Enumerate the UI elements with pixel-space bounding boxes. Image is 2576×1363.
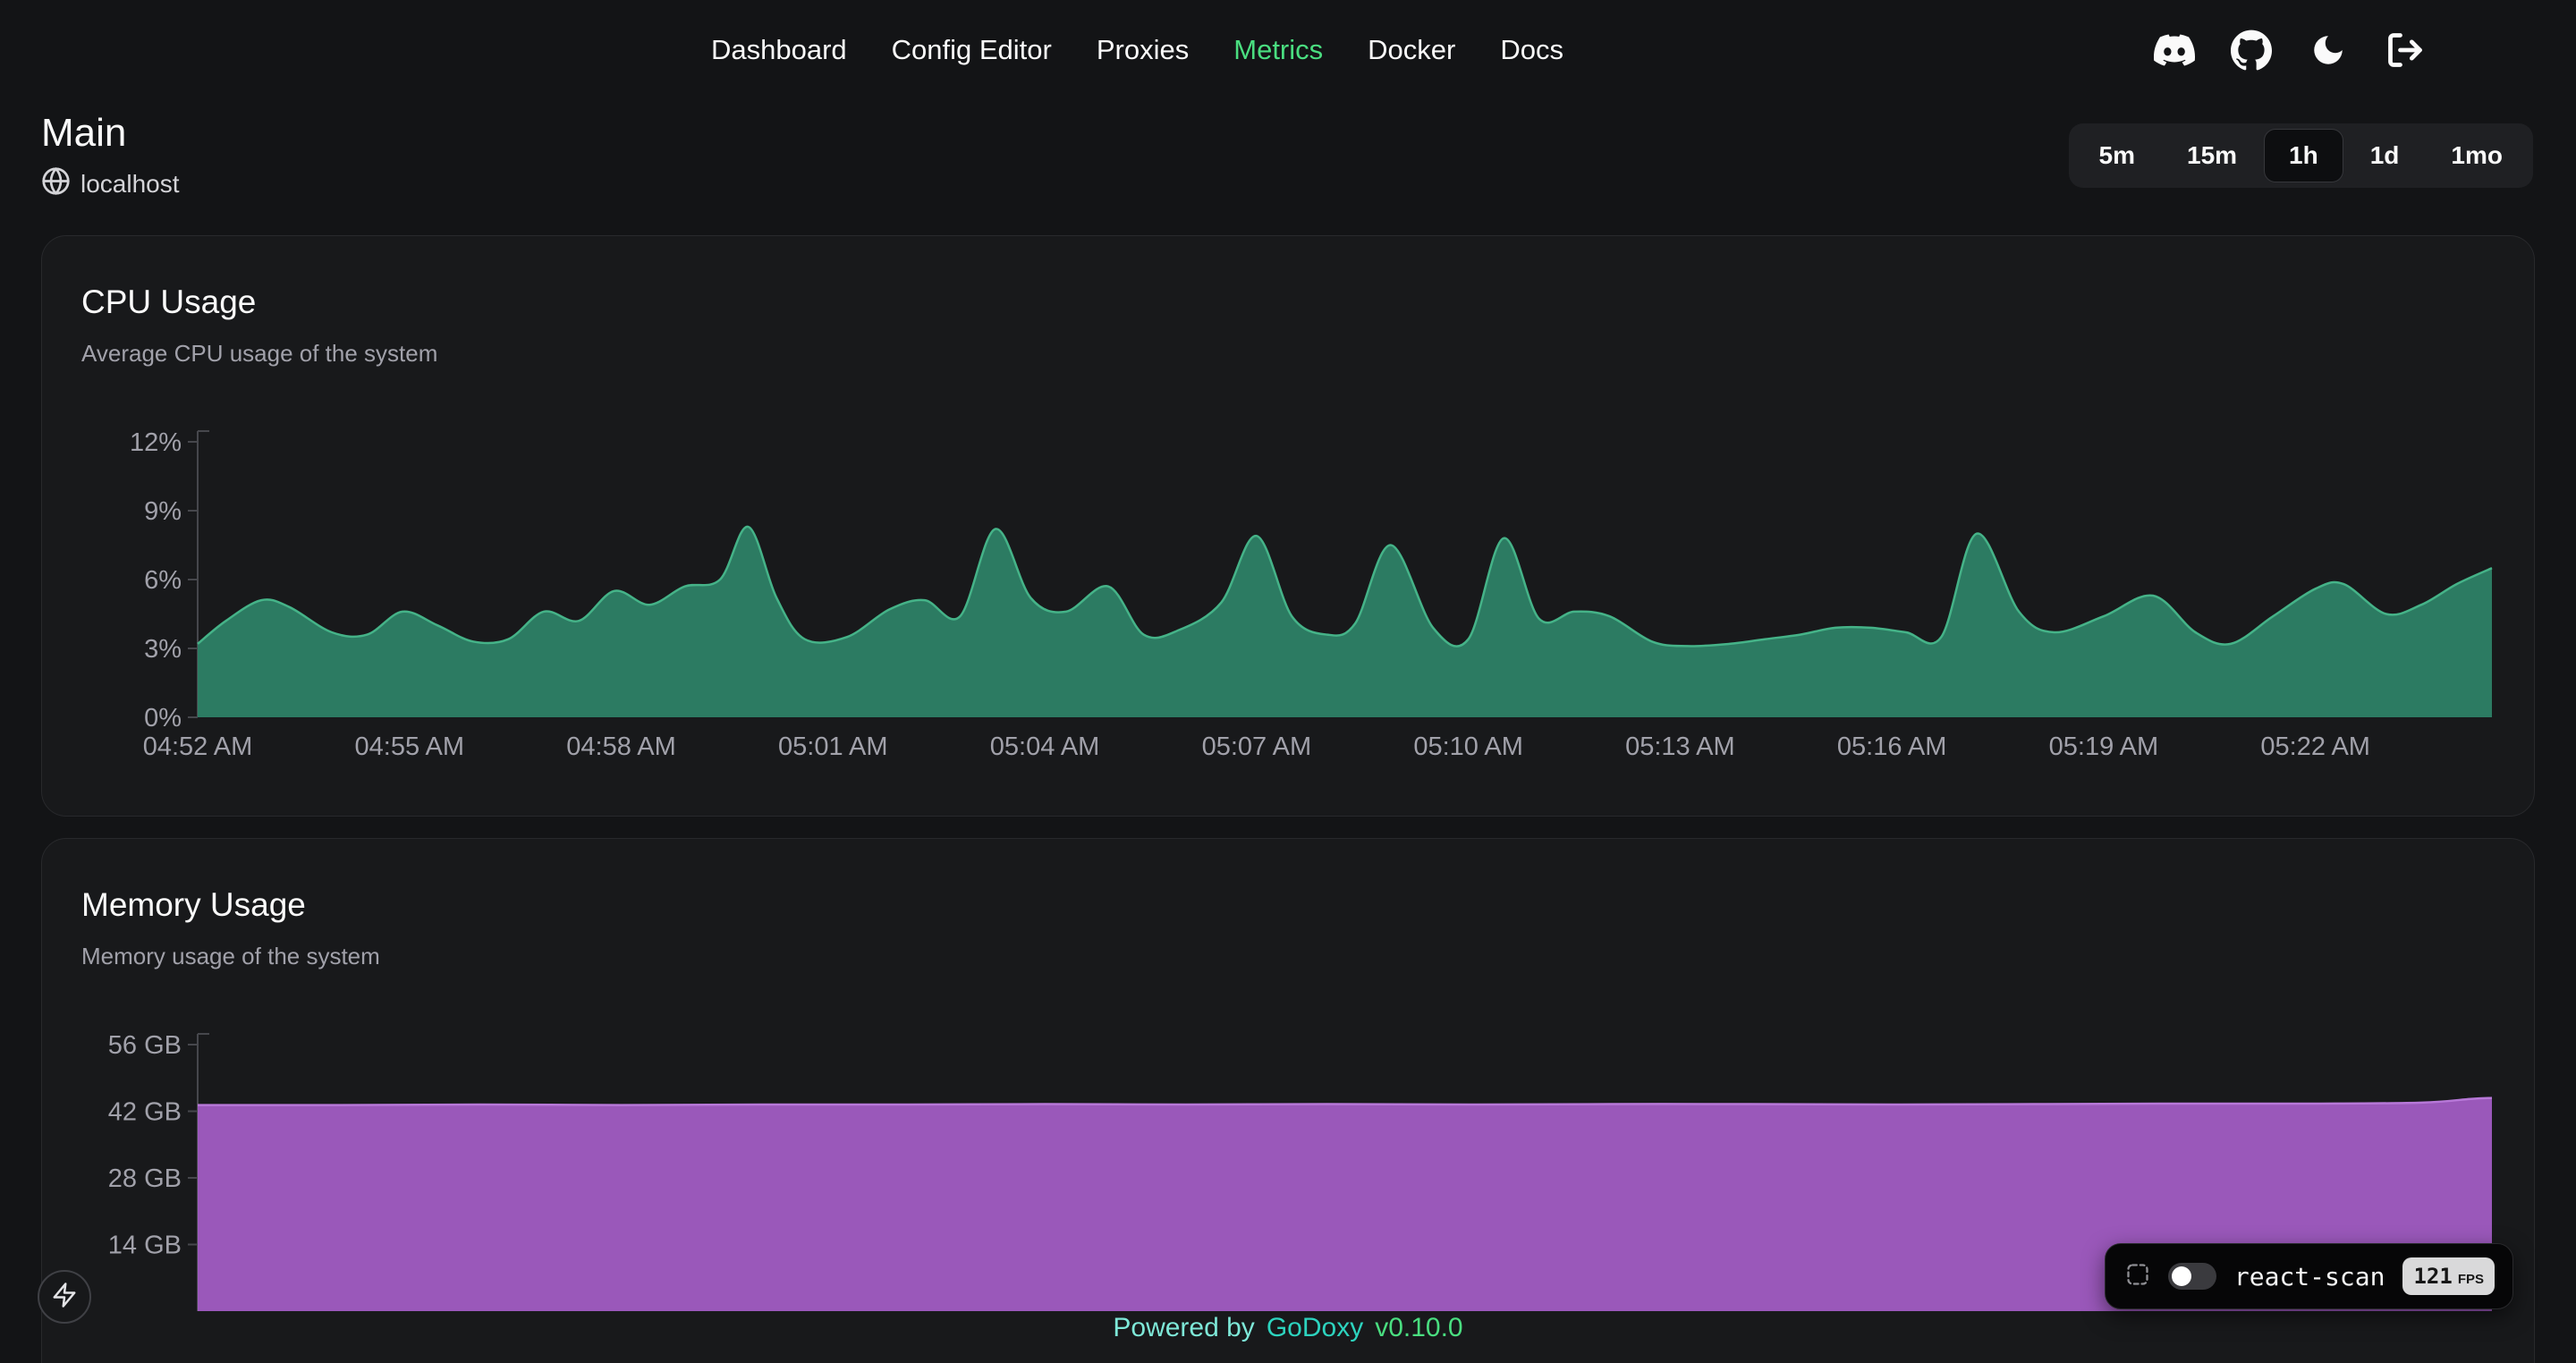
discord-icon[interactable] — [2154, 30, 2195, 71]
page-title: Main — [41, 111, 180, 156]
footer: Powered by GoDoxy v0.10.0 — [1113, 1313, 1462, 1343]
cpu-usage-card: CPU Usage Average CPU usage of the syste… — [41, 235, 2535, 817]
react-scan-toggle[interactable] — [2168, 1263, 2216, 1290]
y-tick-label: 9% — [144, 497, 182, 526]
memory-line — [198, 1098, 2492, 1105]
time-range-1mo[interactable]: 1mo — [2427, 130, 2527, 182]
y-tick-label: 56 GB — [108, 1031, 182, 1060]
x-tick-label: 04:55 AM — [355, 732, 465, 761]
x-tick-label: 04:52 AM — [143, 732, 253, 761]
nav-item-dashboard[interactable]: Dashboard — [711, 34, 847, 66]
topbar: Dashboard Config Editor Proxies Metrics Dock… — [0, 0, 2576, 100]
time-range-5m[interactable]: 5m — [2075, 130, 2159, 182]
y-tick-label: 12% — [130, 428, 182, 457]
globe-icon — [41, 166, 71, 202]
godoxy-link[interactable]: GoDoxy — [1267, 1313, 1363, 1343]
y-tick-label: 42 GB — [108, 1098, 182, 1127]
quick-actions-button[interactable] — [38, 1270, 91, 1324]
theme-toggle-moon-icon[interactable] — [2308, 30, 2349, 71]
memory-card-title: Memory Usage — [81, 885, 2495, 925]
main-nav: Dashboard Config Editor Proxies Metrics Dock… — [711, 0, 1563, 100]
cpu-card-title: CPU Usage — [81, 283, 2495, 322]
host-label: localhost — [80, 170, 180, 199]
x-tick-label: 05:22 AM — [2260, 732, 2370, 761]
react-scan-label: react-scan — [2234, 1262, 2385, 1291]
y-tick-label: 28 GB — [108, 1164, 182, 1193]
cpu-chart-svg[interactable]: 0% 3% 6% 9% 12% 04:52 AM 04:55 AM 04:58 AM 05:01… — [81, 422, 2496, 771]
x-tick-label: 04:58 AM — [566, 732, 676, 761]
nav-item-docs[interactable]: Docs — [1500, 34, 1563, 66]
y-tick-label: 14 GB — [108, 1232, 182, 1260]
x-tick-label: 05:16 AM — [1837, 732, 1947, 761]
cpu-chart: 0% 3% 6% 9% 12% 04:52 AM 04:55 AM 04:58 AM 05:01… — [81, 422, 2495, 771]
x-tick-label: 05:04 AM — [990, 732, 1100, 761]
host-row: localhost — [41, 166, 180, 202]
y-tick-label: 0% — [144, 704, 182, 732]
x-tick-label: 05:10 AM — [1413, 732, 1523, 761]
nav-item-proxies[interactable]: Proxies — [1097, 34, 1189, 66]
nav-item-config-editor[interactable]: Config Editor — [892, 34, 1052, 66]
time-range-1d[interactable]: 1d — [2346, 130, 2424, 182]
x-tick-label: 05:13 AM — [1625, 732, 1735, 761]
nav-item-docker[interactable]: Docker — [1368, 34, 1455, 66]
fps-unit: FPS — [2458, 1272, 2484, 1287]
topbar-icons — [2154, 0, 2426, 100]
x-tick-label: 05:07 AM — [1202, 732, 1312, 761]
nav-item-metrics[interactable]: Metrics — [1233, 34, 1323, 66]
version-link[interactable]: v0.10.0 — [1375, 1313, 1462, 1343]
cpu-area — [198, 527, 2492, 717]
github-icon[interactable] — [2231, 30, 2272, 71]
cpu-card-subtitle: Average CPU usage of the system — [81, 338, 2495, 368]
y-tick-label: 3% — [144, 635, 182, 664]
toggle-knob — [2172, 1266, 2191, 1286]
time-range-1h[interactable]: 1h — [2265, 130, 2343, 182]
time-range-selector: 5m15m1h1d1mo — [2069, 123, 2533, 188]
page-header: Main localhost — [41, 111, 180, 202]
zap-icon — [51, 1282, 78, 1313]
time-range-15m[interactable]: 15m — [2163, 130, 2261, 182]
powered-by-label: Powered by — [1113, 1313, 1254, 1343]
fps-value: 121 — [2413, 1264, 2452, 1289]
fps-badge: 121 FPS — [2402, 1257, 2495, 1295]
logout-icon[interactable] — [2385, 30, 2426, 71]
react-scan-widget: react-scan 121 FPS — [2105, 1243, 2513, 1309]
x-tick-label: 05:01 AM — [778, 732, 888, 761]
y-tick-label: 6% — [144, 566, 182, 595]
x-tick-label: 05:19 AM — [2049, 732, 2159, 761]
inspect-icon[interactable] — [2125, 1262, 2150, 1291]
memory-card-subtitle: Memory usage of the system — [81, 941, 2495, 971]
